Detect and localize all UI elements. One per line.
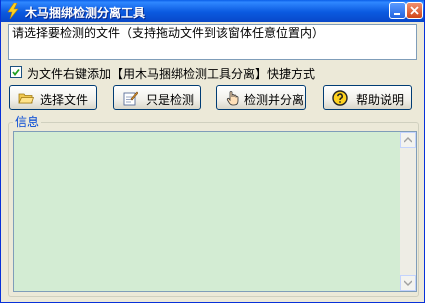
window-title: 木马捆绑检测分离工具: [25, 6, 146, 20]
select-file-button[interactable]: 选择文件: [9, 85, 97, 110]
info-scrollbar[interactable]: [400, 132, 416, 291]
main-window: 木马捆绑检测分离工具 请选择要检测的文件（支持拖动文件到该窗体任意位置内） 为文…: [0, 0, 425, 303]
hand-pointer-icon: [226, 91, 239, 106]
notepad-icon: [123, 91, 138, 106]
select-file-label: 选择文件: [40, 93, 89, 107]
minimize-button[interactable]: [389, 2, 406, 19]
minimize-icon: [394, 13, 400, 15]
scroll-up-button[interactable]: [400, 132, 416, 148]
check-only-label: 只是检测: [146, 93, 195, 107]
check-split-label: 检测并分离: [244, 93, 305, 107]
check-split-button[interactable]: 检测并分离: [216, 85, 306, 110]
help-icon: [332, 90, 348, 106]
file-path-input[interactable]: 请选择要检测的文件（支持拖动文件到该窗体任意位置内）: [8, 24, 417, 60]
info-group-title: 信息: [13, 115, 42, 129]
folder-open-icon: [18, 93, 34, 104]
help-label: 帮助说明: [356, 93, 405, 107]
scroll-down-button[interactable]: [400, 275, 416, 291]
help-button[interactable]: 帮助说明: [323, 85, 412, 110]
check-icon: [12, 68, 20, 76]
check-only-button[interactable]: 只是检测: [113, 85, 201, 110]
context-menu-checkbox[interactable]: [10, 66, 22, 78]
context-menu-label: 为文件右键添加【用木马捆绑检测工具分离】快捷方式: [27, 67, 316, 81]
close-button[interactable]: [406, 2, 423, 19]
lightning-icon: [7, 3, 19, 19]
close-icon: [410, 6, 419, 15]
arrow-up-icon: [404, 137, 412, 143]
title-bar[interactable]: 木马捆绑检测分离工具: [1, 0, 424, 22]
arrow-down-icon: [404, 280, 412, 286]
info-textarea[interactable]: [13, 131, 417, 292]
